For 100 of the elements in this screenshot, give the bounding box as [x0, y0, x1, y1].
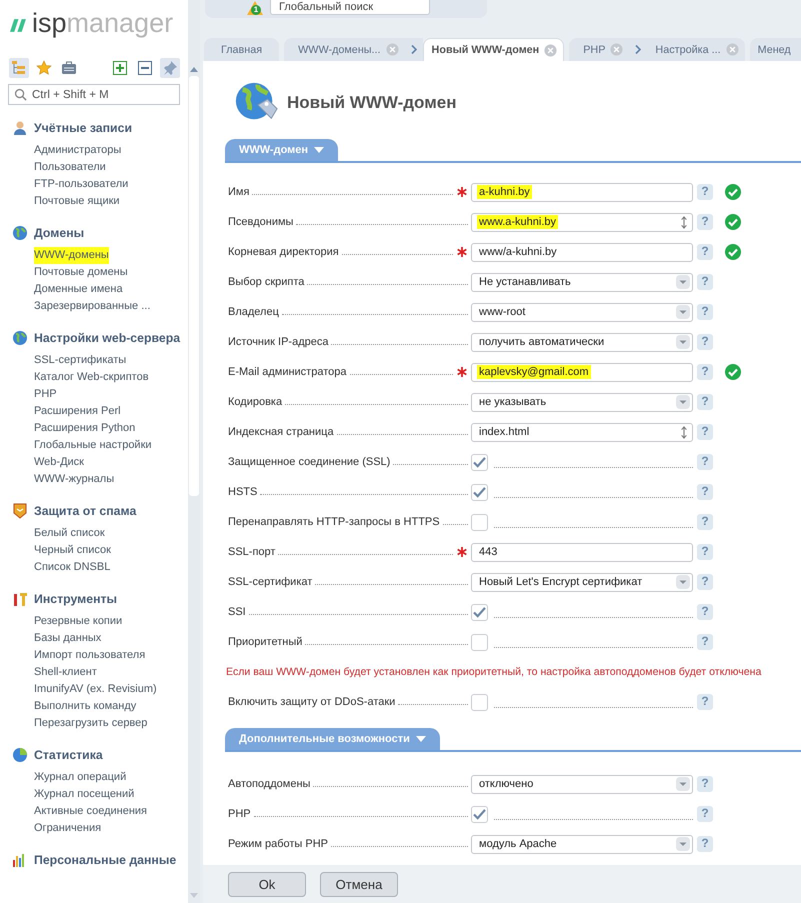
- field-label: SSL-порт: [228, 546, 276, 558]
- sidebar-item[interactable]: Пользователи: [34, 159, 106, 176]
- close-icon[interactable]: [610, 43, 624, 56]
- search-field[interactable]: Ctrl + Shift + M: [8, 84, 180, 105]
- spinner-icon[interactable]: [680, 426, 688, 438]
- sidebar-item[interactable]: WWW-журналы: [34, 471, 114, 488]
- sidebar-item[interactable]: Журнал операций: [34, 769, 126, 786]
- field-label: HSTS: [228, 486, 258, 498]
- tab[interactable]: Настройка ...: [647, 38, 745, 61]
- global-search-field[interactable]: Глобальный поиск: [270, 0, 430, 15]
- field-label: Выбор скрипта: [228, 276, 304, 288]
- caret-icon: [416, 736, 426, 742]
- scroll-up-icon[interactable]: [190, 66, 198, 72]
- checkbox[interactable]: [471, 604, 488, 620]
- dropdown[interactable]: Новый Let's Encrypt сертификат: [471, 572, 693, 592]
- field-label: Режим работы PHP: [228, 838, 328, 850]
- text-field[interactable]: www/a-kuhni.by: [471, 242, 693, 262]
- field-label: Корневая директория: [228, 246, 339, 258]
- expand-icon[interactable]: [110, 58, 130, 78]
- field-label: SSI: [228, 606, 246, 618]
- page-title: Новый WWW-домен: [287, 93, 457, 113]
- sidebar-item[interactable]: Shell-клиент: [34, 664, 97, 681]
- sidebar-item[interactable]: Базы данных: [34, 630, 102, 647]
- sidebar-item[interactable]: Журнал посещений: [34, 786, 134, 803]
- sidebar-item[interactable]: SSL-сертификаты: [34, 352, 126, 369]
- dropdown[interactable]: Не устанавливать: [471, 272, 693, 292]
- sidebar-item[interactable]: Перезагрузить сервер: [34, 715, 148, 732]
- field-label: Индексная страница: [228, 426, 334, 438]
- field-label: Псевдонимы: [228, 216, 294, 228]
- close-icon[interactable]: [726, 43, 739, 56]
- sidebar-item[interactable]: Каталог Web-скриптов: [34, 369, 149, 386]
- sidebar-item[interactable]: Черный список: [34, 542, 111, 559]
- close-icon[interactable]: [544, 44, 558, 56]
- checkbox[interactable]: [471, 454, 488, 470]
- sidebar-item[interactable]: Расширения Perl: [34, 403, 121, 420]
- text-field[interactable]: kaplevsky@gmail.com: [471, 362, 693, 382]
- sidebar-heading[interactable]: Защита от спама: [34, 504, 136, 518]
- field-label: Кодировка: [228, 396, 282, 408]
- sidebar-item[interactable]: Web-Диск: [34, 454, 84, 471]
- sidebar-item[interactable]: Активные соединения: [34, 803, 148, 820]
- scroll-down-icon[interactable]: [190, 893, 198, 899]
- sidebar-item[interactable]: Доменные имена: [34, 281, 123, 298]
- sidebar-item[interactable]: Список DNSBL: [34, 559, 110, 576]
- caret-icon: [314, 147, 324, 153]
- tab[interactable]: WWW-домены...: [284, 38, 405, 61]
- tab[interactable]: Главная: [204, 38, 280, 61]
- sidebar-item[interactable]: Администраторы: [34, 142, 122, 159]
- checkbox[interactable]: [471, 514, 488, 530]
- tab[interactable]: Новый WWW-домен: [422, 38, 564, 61]
- field-label: Перенаправлять HTTP-запросы в HTTPS: [228, 516, 440, 528]
- field-label: Владелец: [228, 306, 279, 318]
- dropdown[interactable]: модуль Apache: [471, 834, 693, 854]
- warning-note: Если ваш WWW-домен будет установлен как приоритетный, то настройка автоподдоменов будет отключена: [226, 666, 762, 678]
- text-field[interactable]: a-kuhni.by: [471, 182, 693, 202]
- logo-icon: [10, 19, 27, 32]
- field-label: Приоритетный: [228, 636, 302, 648]
- spin-field[interactable]: index.html: [471, 422, 693, 442]
- sidebar-item[interactable]: WWW-домены: [34, 247, 109, 264]
- ok-button[interactable]: Ok: [228, 872, 306, 896]
- field-label: Защищенное соединение (SSL): [228, 456, 390, 468]
- dropdown[interactable]: www-root: [471, 302, 693, 322]
- sidebar-item[interactable]: Ограничения: [34, 820, 102, 837]
- user-icon: [12, 120, 28, 136]
- tab[interactable]: Менед: [750, 38, 801, 61]
- sidebar-heading[interactable]: Персональные данные: [34, 853, 176, 867]
- sidebar-heading[interactable]: Статистика: [34, 748, 103, 762]
- checkbox[interactable]: [471, 694, 488, 710]
- sidebar-item[interactable]: Импорт пользователя: [34, 647, 146, 664]
- checkbox[interactable]: [471, 806, 488, 822]
- sidebar-heading[interactable]: Домены: [34, 226, 84, 240]
- tab[interactable]: PHP: [569, 38, 630, 61]
- dropdown[interactable]: отключено: [471, 774, 693, 794]
- sidebar-heading[interactable]: Инструменты: [34, 592, 118, 606]
- dropdown[interactable]: не указывать: [471, 392, 693, 412]
- sidebar-item[interactable]: Выполнить команду: [34, 698, 136, 715]
- sidebar-item[interactable]: PHP: [34, 386, 57, 403]
- sidebar-item[interactable]: FTP-пользователи: [34, 176, 128, 193]
- sidebar-item[interactable]: Зарезервированные ...: [34, 298, 150, 315]
- close-icon[interactable]: [386, 43, 399, 56]
- sidebar-item[interactable]: Белый список: [34, 525, 105, 542]
- sidebar-heading[interactable]: Учётные записи: [34, 121, 132, 135]
- sidebar-item[interactable]: ImunifyAV (ex. Revisium): [34, 681, 157, 698]
- sidebar-item[interactable]: Почтовые домены: [34, 264, 128, 281]
- sidebar-item[interactable]: Глобальные настройки: [34, 437, 152, 454]
- dropdown[interactable]: получить автоматически: [471, 332, 693, 352]
- sidebar-heading[interactable]: Настройки web-сервера: [34, 331, 180, 345]
- cancel-button[interactable]: Отмена: [320, 872, 398, 896]
- sidebar-item[interactable]: Расширения Python: [34, 420, 136, 437]
- sidebar-item[interactable]: Почтовые ящики: [34, 193, 120, 210]
- checkbox[interactable]: [471, 484, 488, 500]
- collapse-icon[interactable]: [135, 58, 155, 78]
- alert-icon[interactable]: 1: [247, 1, 263, 15]
- sidebar-item[interactable]: Резервные копии: [34, 613, 122, 630]
- spin-field[interactable]: www.a-kuhni.by: [471, 212, 693, 232]
- checkbox[interactable]: [471, 634, 488, 650]
- globe-icon: [12, 330, 28, 346]
- tree-icon[interactable]: [9, 58, 29, 78]
- spinner-icon[interactable]: [680, 216, 688, 228]
- text-field[interactable]: 443: [471, 542, 693, 562]
- pin-icon[interactable]: [160, 58, 180, 78]
